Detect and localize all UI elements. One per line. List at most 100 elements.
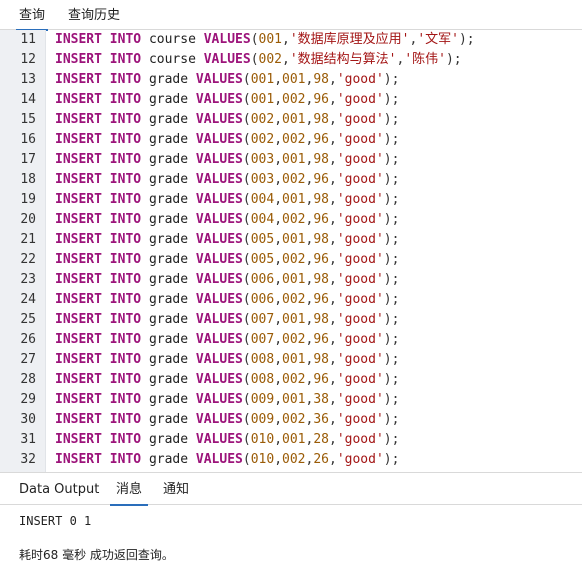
paren: ); [383, 252, 400, 267]
number-literal: 003 [250, 152, 275, 167]
number-literal: 96 [313, 372, 329, 387]
tab-query-history[interactable]: 查询历史 [68, 7, 120, 25]
comma: , [274, 72, 283, 87]
messages-panel: INSERT 0 1 耗时68 毫秒 成功返回查询。 [0, 505, 582, 568]
code-line: 26 INSERT INTO grade VALUES(007,002,96,'g… [0, 330, 582, 350]
table-name: grade [148, 452, 189, 467]
sql-statement: INSERT INTO grade VALUES(002,001,98,'goo… [55, 110, 399, 130]
comma: , [274, 152, 283, 167]
comma: , [328, 392, 337, 407]
line-number: 15 [20, 112, 36, 127]
sql-statement: INSERT INTO grade VALUES(005,001,98,'goo… [55, 230, 399, 250]
keyword-into: INTO [109, 372, 142, 387]
keyword-insert: INSERT [55, 372, 102, 387]
tab-query[interactable]: 查询 [15, 7, 49, 31]
paren: ); [383, 232, 400, 247]
keyword-insert: INSERT [55, 352, 102, 367]
keyword-insert: INSERT [55, 292, 102, 307]
keyword-insert: INSERT [55, 432, 102, 447]
line-number: 27 [20, 352, 36, 367]
number-literal: 009 [250, 392, 275, 407]
number-literal: 38 [313, 392, 329, 407]
tab-notifications[interactable]: 通知 [163, 481, 189, 499]
keyword-into: INTO [109, 252, 142, 267]
string-literal: 'good' [336, 432, 384, 447]
tab-messages[interactable]: 消息 [109, 481, 149, 506]
string-literal: '陈伟' [404, 52, 446, 67]
string-literal: '文军' [417, 32, 459, 47]
keyword-values: VALUES [195, 372, 243, 387]
keyword-into: INTO [109, 132, 142, 147]
comma: , [328, 312, 337, 327]
keyword-into: INTO [109, 72, 142, 87]
sql-statement: INSERT INTO grade VALUES(004,001,98,'goo… [55, 190, 399, 210]
keyword-into: INTO [109, 292, 142, 307]
comma: , [328, 252, 337, 267]
line-number: 13 [20, 72, 36, 87]
string-literal: 'good' [336, 92, 384, 107]
comma: , [274, 112, 283, 127]
tab-data-output[interactable]: Data Output [19, 481, 99, 499]
line-number: 19 [20, 192, 36, 207]
number-literal: 98 [313, 112, 329, 127]
number-literal: 001 [282, 432, 306, 447]
comma: , [274, 252, 283, 267]
line-number: 16 [20, 132, 36, 147]
table-name: grade [148, 332, 189, 347]
number-literal: 98 [313, 272, 329, 287]
paren: ); [383, 412, 400, 427]
paren: ( [250, 32, 259, 47]
line-number: 22 [20, 252, 36, 267]
paren: ( [242, 132, 251, 147]
number-literal: 004 [250, 212, 275, 227]
comma: , [328, 212, 337, 227]
code-line: 19 INSERT INTO grade VALUES(004,001,98,'g… [0, 190, 582, 210]
keyword-values: VALUES [195, 292, 243, 307]
keyword-insert: INSERT [55, 312, 102, 327]
comma: , [274, 432, 283, 447]
comma: , [274, 452, 283, 467]
number-literal: 002 [282, 452, 306, 467]
keyword-values: VALUES [195, 272, 243, 287]
paren: ); [383, 172, 400, 187]
paren: ); [383, 152, 400, 167]
number-literal: 002 [282, 132, 306, 147]
comma: , [274, 192, 283, 207]
number-literal: 001 [250, 72, 275, 87]
keyword-insert: INSERT [55, 272, 102, 287]
number-literal: 28 [313, 432, 329, 447]
keyword-values: VALUES [195, 432, 243, 447]
number-literal: 98 [313, 352, 329, 367]
sql-editor[interactable]: 11 INSERT INTO course VALUES(001,'数据库原理及应… [0, 30, 582, 472]
sql-statement: INSERT INTO course VALUES(002,'数据结构与算法',… [55, 50, 462, 70]
keyword-values: VALUES [195, 212, 243, 227]
string-literal: 'good' [336, 452, 384, 467]
number-literal: 008 [250, 372, 275, 387]
keyword-into: INTO [109, 172, 142, 187]
keyword-into: INTO [109, 272, 142, 287]
number-literal: 001 [282, 392, 306, 407]
comma: , [274, 172, 283, 187]
comma: , [328, 432, 337, 447]
keyword-insert: INSERT [55, 192, 102, 207]
string-literal: 'good' [336, 112, 384, 127]
line-number: 14 [20, 92, 36, 107]
keyword-into: INTO [109, 152, 142, 167]
table-name: grade [148, 312, 189, 327]
sql-statement: INSERT INTO grade VALUES(008,001,98,'goo… [55, 350, 399, 370]
string-literal: 'good' [336, 372, 384, 387]
sql-statement: INSERT INTO grade VALUES(003,001,98,'goo… [55, 150, 399, 170]
code-line: 17 INSERT INTO grade VALUES(003,001,98,'g… [0, 150, 582, 170]
paren: ); [383, 292, 400, 307]
line-number: 20 [20, 212, 36, 227]
keyword-into: INTO [109, 52, 142, 67]
keyword-insert: INSERT [55, 232, 102, 247]
comma: , [274, 332, 283, 347]
comma: , [274, 212, 283, 227]
table-name: grade [148, 272, 189, 287]
code-line: 31 INSERT INTO grade VALUES(010,001,28,'g… [0, 430, 582, 450]
code-line: 27 INSERT INTO grade VALUES(008,001,98,'g… [0, 350, 582, 370]
string-literal: 'good' [336, 332, 384, 347]
comma: , [328, 132, 337, 147]
table-name: grade [148, 232, 189, 247]
